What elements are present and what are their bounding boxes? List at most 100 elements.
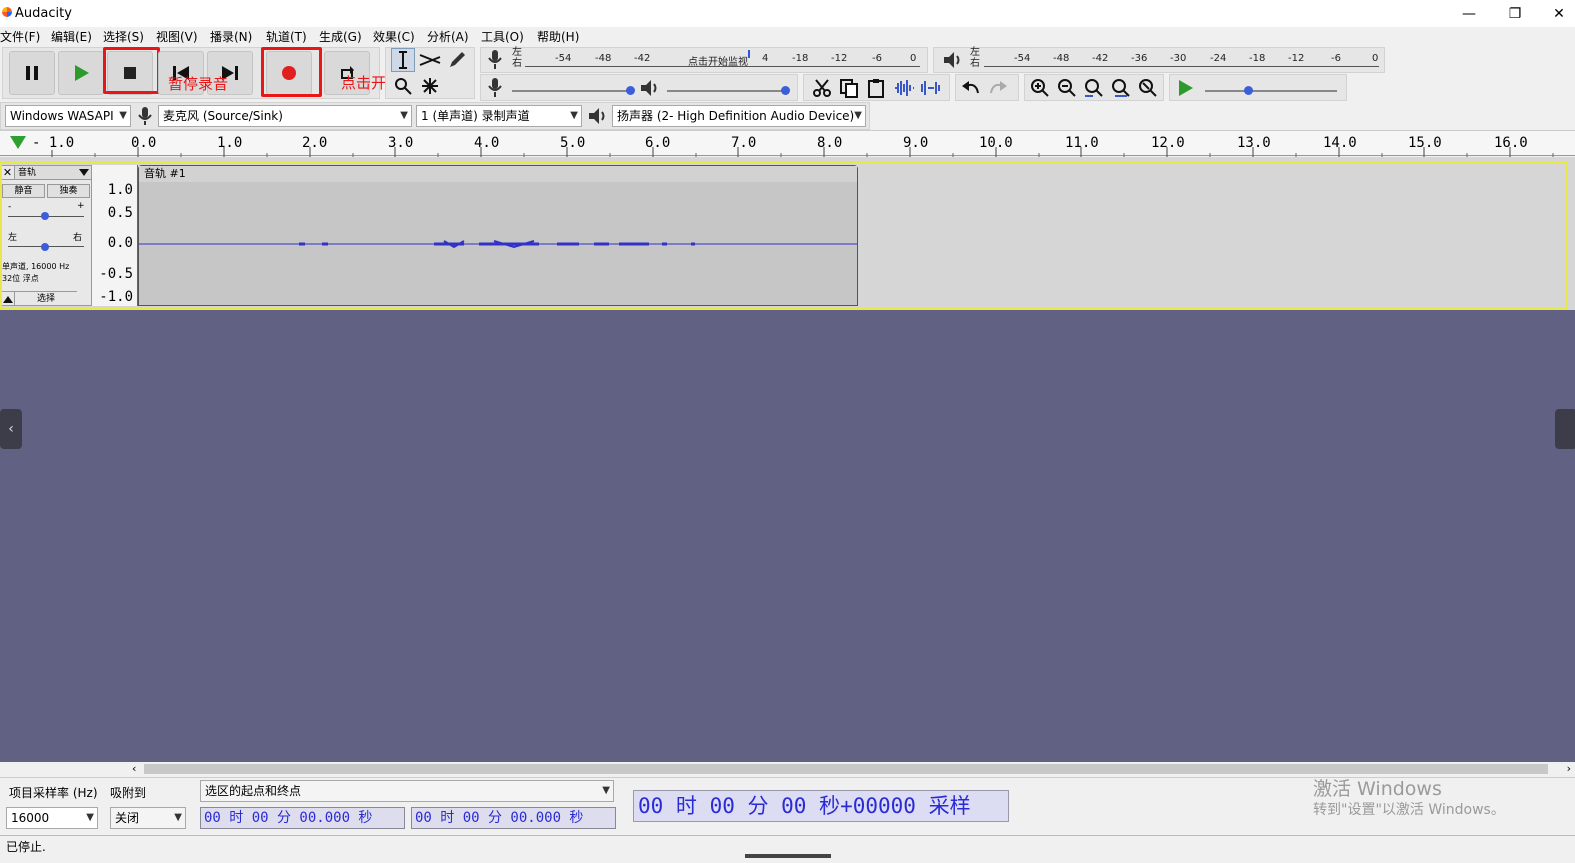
fit-selection-icon xyxy=(1085,79,1103,97)
playback-device-value: 扬声器 (2- High Definition Audio Device) xyxy=(617,109,855,123)
fit-project-button[interactable] xyxy=(1109,76,1133,100)
menu-file[interactable]: 文件(F) xyxy=(0,28,40,45)
play-meter-tick: 0 xyxy=(1372,53,1379,64)
amplitude-label: 0.5 xyxy=(107,205,133,221)
paste-button[interactable] xyxy=(864,76,888,100)
recording-channels-select[interactable]: 1 (单声道) 录制声道 ▼ xyxy=(416,105,582,127)
copy-button[interactable] xyxy=(837,76,861,100)
silence-audio-icon xyxy=(921,81,940,95)
play-volume-slider[interactable] xyxy=(667,90,787,92)
record-volume-thumb[interactable] xyxy=(626,86,635,95)
menu-select[interactable]: 选择(S) xyxy=(103,28,144,45)
amplitude-label: 0.0 xyxy=(107,235,133,251)
record-meter-tick: 0 xyxy=(910,53,917,64)
trim-button[interactable] xyxy=(892,76,916,100)
gain-slider-thumb[interactable] xyxy=(41,212,49,220)
amplitude-scale[interactable]: 1.0 0.5 0.0 -0.5 -1.0 xyxy=(92,165,138,306)
status-resize-grip[interactable] xyxy=(745,854,831,858)
selection-tool-button[interactable] xyxy=(391,48,415,72)
chevron-down-icon: ▼ xyxy=(174,812,182,823)
amplitude-label: -1.0 xyxy=(99,289,133,305)
trim-audio-icon xyxy=(895,80,914,96)
playback-device-select[interactable]: 扬声器 (2- High Definition Audio Device) ▼ xyxy=(612,105,866,127)
project-rate-value: 16000 xyxy=(11,811,50,825)
redo-button[interactable] xyxy=(986,76,1010,100)
menu-tracks[interactable]: 轨道(T) xyxy=(266,28,307,45)
cut-button[interactable] xyxy=(810,76,834,100)
record-meter-lr-labels: 左 右 xyxy=(512,47,522,69)
scroll-left-icon[interactable]: ‹ xyxy=(132,762,136,776)
envelope-tool-button[interactable] xyxy=(418,48,442,72)
menu-generate[interactable]: 生成(G) xyxy=(319,28,362,45)
multi-tool-button[interactable] xyxy=(418,74,442,98)
play-volume-thumb[interactable] xyxy=(781,86,790,95)
maximize-button[interactable]: ❐ xyxy=(1492,4,1538,24)
play-meter-scale-line xyxy=(984,66,1379,67)
menu-help[interactable]: 帮助(H) xyxy=(537,28,579,45)
chevron-down-icon: ▼ xyxy=(570,110,578,121)
audio-clip[interactable]: 音轨 #1 xyxy=(138,165,858,306)
track-menu-button[interactable]: 音轨 xyxy=(15,166,91,180)
undo-button[interactable] xyxy=(959,76,983,100)
pan-slider-thumb[interactable] xyxy=(41,243,49,251)
menu-view[interactable]: 视图(V) xyxy=(156,28,198,45)
clip-title-bar[interactable]: 音轨 #1 xyxy=(139,166,857,182)
record-meter-start-monitoring[interactable]: 点击开始监视 xyxy=(688,53,748,68)
play-button[interactable] xyxy=(58,51,104,95)
zoom-out-icon xyxy=(1058,79,1076,97)
record-meter-tick: -18 xyxy=(792,53,809,64)
close-button[interactable]: ✕ xyxy=(1536,4,1575,24)
play-at-speed-button[interactable] xyxy=(1173,76,1197,100)
mute-button[interactable]: 静音 xyxy=(2,184,45,198)
right-side-handle[interactable] xyxy=(1555,409,1575,449)
track-close-button[interactable]: ✕ xyxy=(1,166,15,180)
empty-track-area[interactable] xyxy=(0,310,1575,762)
snap-to-select[interactable]: 关闭 ▼ xyxy=(110,807,186,829)
timeline-ruler[interactable]: - 1.0 0.0 1.0 2.0 3.0 4.0 5.0 6.0 7.0 8.… xyxy=(0,130,1575,157)
pause-button[interactable] xyxy=(9,51,55,95)
selection-end-time[interactable]: 00 时 00 分 00.000 秒 xyxy=(411,807,616,829)
menu-analyze[interactable]: 分析(A) xyxy=(427,28,469,45)
play-speed-slider[interactable] xyxy=(1205,90,1337,92)
record-meter-tick: -12 xyxy=(831,53,848,64)
menu-tools[interactable]: 工具(O) xyxy=(481,28,524,45)
fit-selection-button[interactable] xyxy=(1082,76,1106,100)
selection-start-time[interactable]: 00 时 00 分 00.000 秒 xyxy=(200,807,405,829)
project-rate-select[interactable]: 16000 ▼ xyxy=(6,807,98,829)
silence-button[interactable] xyxy=(919,76,943,100)
gain-plus-label: + xyxy=(77,201,85,211)
play-speed-thumb[interactable] xyxy=(1244,86,1253,95)
record-meter-peak-marker xyxy=(748,50,750,58)
scroll-right-icon[interactable]: › xyxy=(1567,762,1571,776)
paste-icon xyxy=(868,79,884,98)
record-meter-mic-icon[interactable] xyxy=(486,49,506,71)
status-text: 已停止. xyxy=(6,840,46,854)
solo-button[interactable]: 独奏 xyxy=(47,184,90,198)
zoom-tool-button[interactable] xyxy=(391,74,415,98)
zoom-out-button[interactable] xyxy=(1055,76,1079,100)
menu-transport[interactable]: 播录(N) xyxy=(210,28,252,45)
audio-host-select[interactable]: Windows WASAPI ▼ xyxy=(5,105,131,127)
title-bar: Audacity — ❐ ✕ xyxy=(0,0,1575,27)
record-highlight-box xyxy=(261,47,322,97)
minimize-button[interactable]: — xyxy=(1446,4,1492,24)
menu-edit[interactable]: 编辑(E) xyxy=(51,28,92,45)
play-meter-tick: -12 xyxy=(1288,53,1305,64)
left-side-handle[interactable]: ‹ xyxy=(0,409,22,449)
amplitude-label: 1.0 xyxy=(107,182,133,198)
undo-icon xyxy=(962,81,979,94)
scrollbar-thumb[interactable] xyxy=(144,764,1548,774)
audio-position-display[interactable]: 00 时 00 分 00 秒+00000 采样 xyxy=(633,790,1009,822)
play-meter-speaker-icon[interactable] xyxy=(942,50,964,70)
record-volume-slider[interactable] xyxy=(512,90,632,92)
menu-effect[interactable]: 效果(C) xyxy=(373,28,415,45)
draw-tool-button[interactable] xyxy=(445,48,469,72)
track-select-button[interactable]: 选择 xyxy=(15,291,77,305)
zoom-toggle-button[interactable] xyxy=(1136,76,1160,100)
window-title: Audacity xyxy=(15,6,72,21)
pan-right-label: 右 xyxy=(73,233,83,243)
zoom-in-button[interactable] xyxy=(1028,76,1052,100)
selection-mode-select[interactable]: 选区的起点和终点 ▼ xyxy=(200,780,614,802)
collapse-track-button[interactable] xyxy=(1,291,15,305)
recording-device-select[interactable]: 麦克风 (Source/Sink) ▼ xyxy=(158,105,412,127)
